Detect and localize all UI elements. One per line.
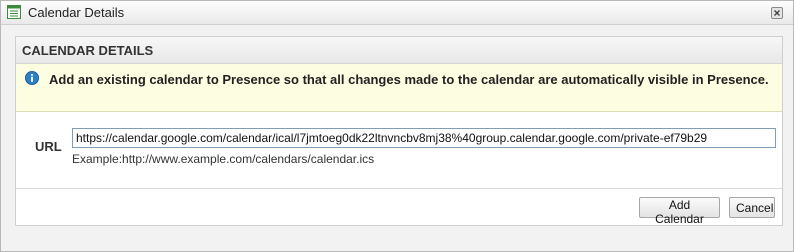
info-icon [25, 71, 39, 85]
panel-title: CALENDAR DETAILS [22, 43, 154, 58]
info-text: Add an existing calendar to Presence so … [49, 72, 769, 87]
calendar-details-panel: CALENDAR DETAILS Add an existing calenda… [15, 36, 783, 226]
footer-divider [16, 188, 782, 189]
dialog-title: Calendar Details [28, 5, 125, 20]
panel-header: CALENDAR DETAILS [16, 37, 782, 64]
cancel-button[interactable]: Cancel [729, 197, 775, 218]
add-calendar-button[interactable]: Add Calendar [639, 197, 720, 226]
close-icon[interactable] [771, 7, 783, 19]
calendar-list-icon [7, 5, 21, 19]
url-example-hint: Example:http://www.example.com/calendars… [72, 152, 375, 166]
url-input[interactable] [72, 128, 776, 148]
url-label: URL [35, 139, 62, 154]
dialog-titlebar: Calendar Details [1, 1, 793, 25]
info-message: Add an existing calendar to Presence so … [16, 64, 782, 112]
calendar-details-dialog: Calendar Details CALENDAR DETAILS Add an… [0, 0, 794, 252]
